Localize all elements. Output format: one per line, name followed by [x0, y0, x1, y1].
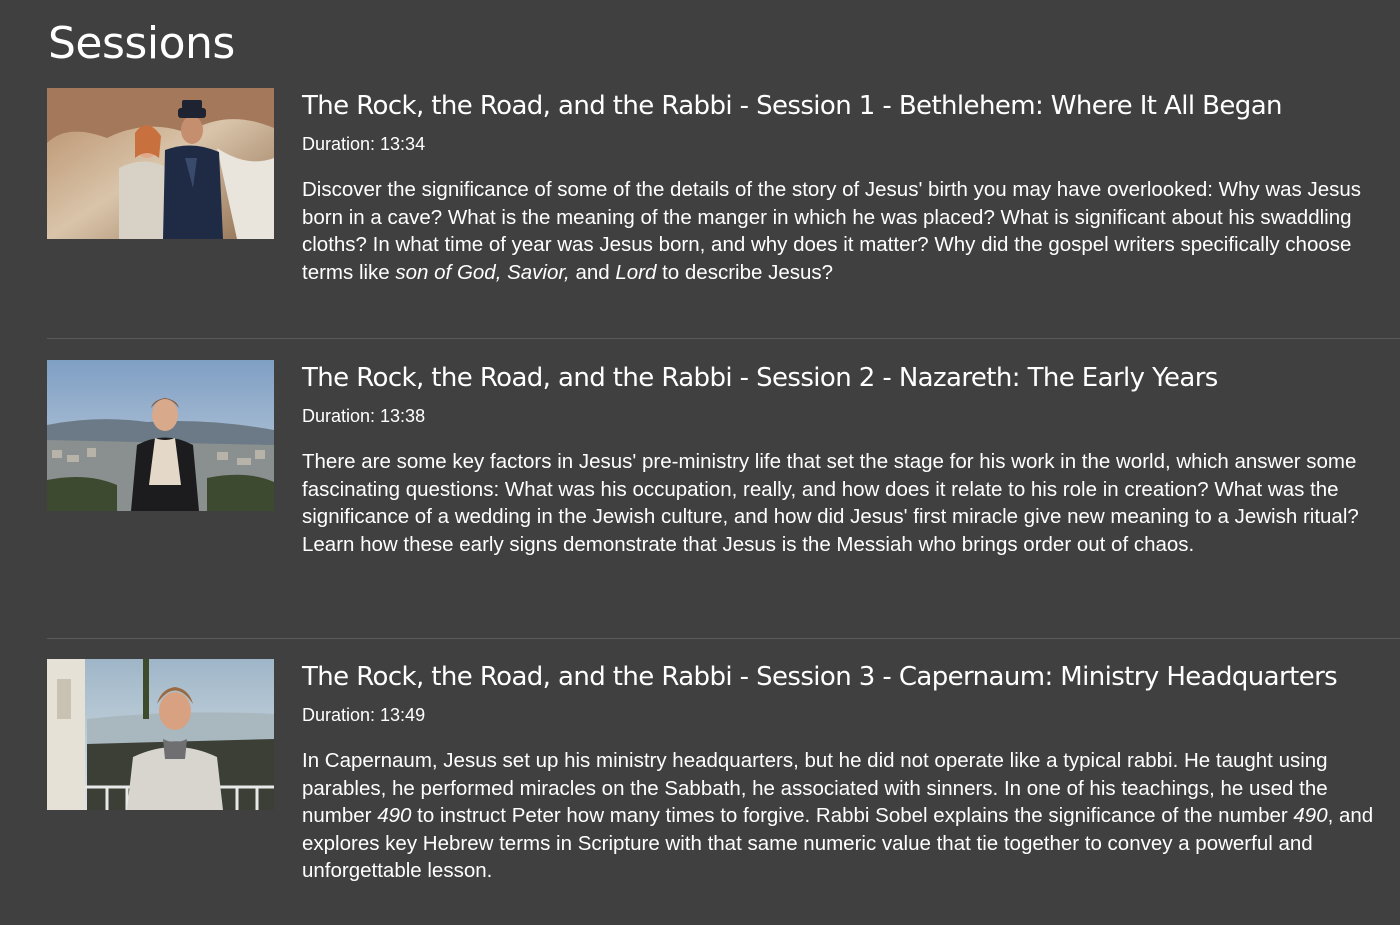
session-title[interactable]: The Rock, the Road, and the Rabbi - Sess… [302, 88, 1392, 124]
description-emphasis: 490 [377, 804, 412, 827]
description-emphasis: son of God, Savior, [395, 260, 570, 284]
session-description: Discover the significance of some of the… [302, 176, 1392, 286]
session-divider [47, 638, 1400, 639]
session-2-thumbnail-image [47, 360, 274, 511]
session-description: There are some key factors in Jesus' pre… [302, 448, 1392, 558]
session-duration: Duration: 13:38 [302, 406, 426, 426]
session-info: The Rock, the Road, and the Rabbi - Sess… [302, 659, 1392, 885]
session-thumbnail[interactable] [47, 360, 274, 511]
description-text: There are some key factors in Jesus' pre… [302, 450, 1359, 556]
session-info: The Rock, the Road, and the Rabbi - Sess… [302, 360, 1392, 558]
session-3-thumbnail-image [47, 659, 274, 810]
sessions-page: Sessions The Rock, the Road, and the Rab… [0, 0, 1400, 925]
description-text: to instruct Peter how many times to forg… [411, 804, 1294, 827]
session-thumbnail[interactable] [47, 88, 274, 239]
session-description: In Capernaum, Jesus set up his ministry … [302, 747, 1392, 885]
session-divider [47, 338, 1400, 339]
description-emphasis: Lord [615, 260, 657, 284]
session-duration: Duration: 13:49 [302, 705, 426, 725]
description-text: and [569, 260, 616, 284]
description-text: to describe Jesus? [656, 260, 834, 284]
session-thumbnail[interactable] [47, 659, 274, 810]
session-info: The Rock, the Road, and the Rabbi - Sess… [302, 88, 1392, 286]
page-title: Sessions [48, 18, 235, 69]
session-title[interactable]: The Rock, the Road, and the Rabbi - Sess… [302, 360, 1392, 396]
session-title[interactable]: The Rock, the Road, and the Rabbi - Sess… [302, 659, 1392, 695]
description-emphasis: 490 [1293, 804, 1328, 827]
session-duration: Duration: 13:34 [302, 134, 426, 154]
session-1-thumbnail-image [47, 88, 274, 239]
